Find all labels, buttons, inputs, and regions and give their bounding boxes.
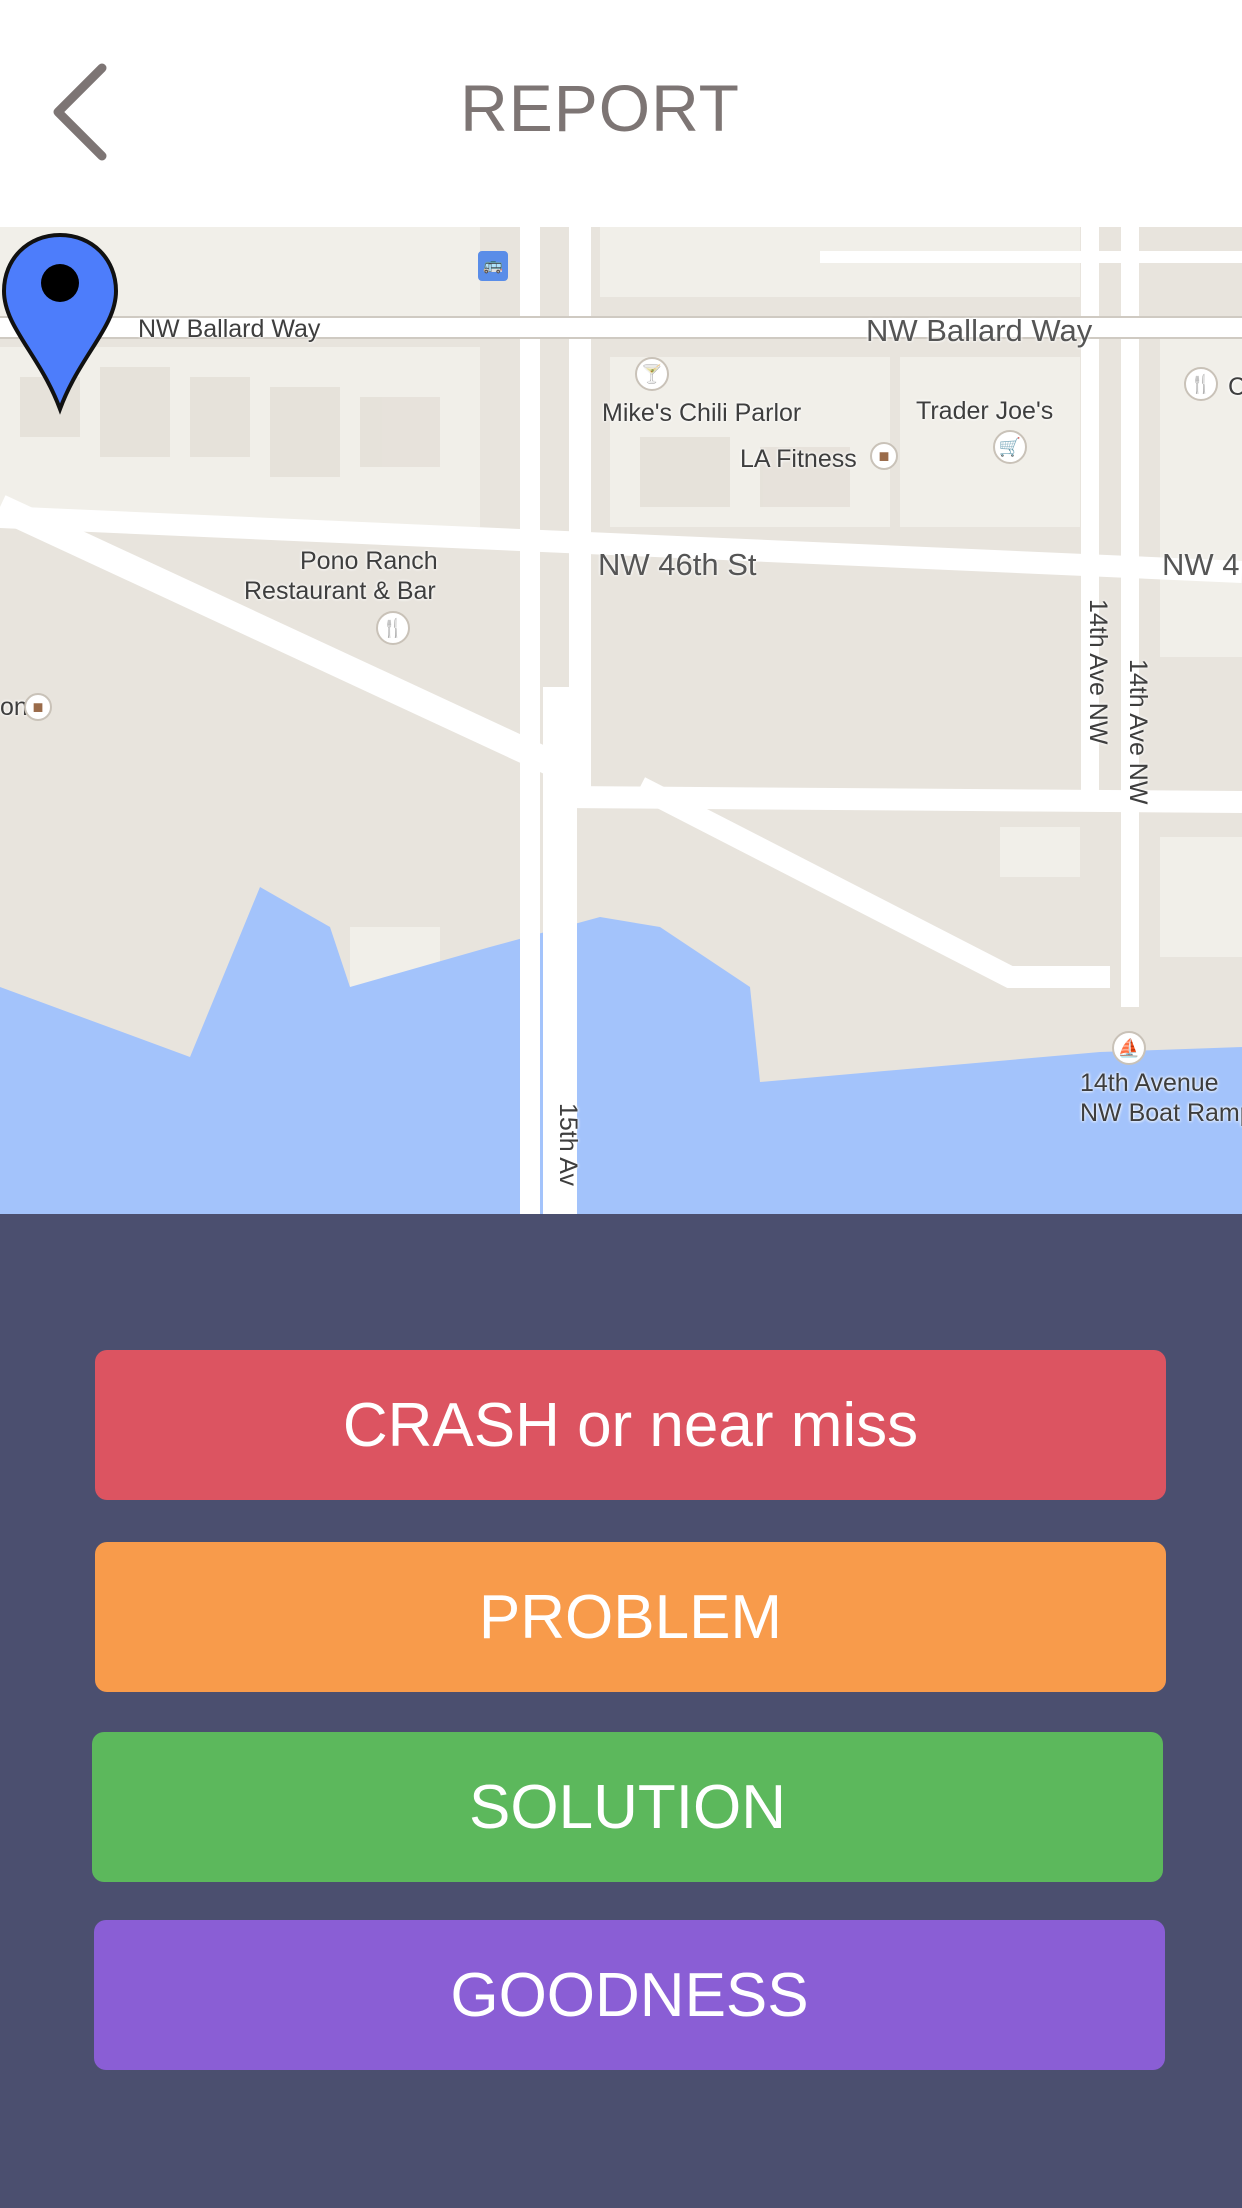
label-14th-ave-b: 14th Ave NW xyxy=(1124,659,1152,805)
map-view[interactable]: NW Ballard Way NW Ballard Way Mike's Chi… xyxy=(0,227,1242,1214)
label-boat-ramp-2: NW Boat Ramp xyxy=(1080,1099,1242,1127)
label-pono-ranch: Pono Ranch xyxy=(300,547,438,575)
crash-button[interactable]: CRASH or near miss xyxy=(95,1350,1166,1500)
solution-button-label: SOLUTION xyxy=(469,1772,786,1842)
problem-button-label: PROBLEM xyxy=(478,1582,783,1652)
page-title: REPORT xyxy=(460,71,740,145)
map-pin-icon[interactable] xyxy=(0,227,120,417)
bus-stop-icon: 🚌 xyxy=(478,251,508,281)
report-actions-panel: CRASH or near miss PROBLEM SOLUTION GOOD… xyxy=(0,1214,1242,2208)
ferry-icon: ⛵ xyxy=(1112,1031,1146,1065)
label-la-fitness: LA Fitness xyxy=(740,445,857,473)
goodness-button-label: GOODNESS xyxy=(450,1960,809,2030)
solution-button[interactable]: SOLUTION xyxy=(92,1732,1163,1882)
place-icon: ■ xyxy=(24,693,52,721)
label-nw-46th-st: NW 46th St xyxy=(598,547,757,582)
restaurant-icon: 🍴 xyxy=(376,611,410,645)
label-nw-ballard-way-west: NW Ballard Way xyxy=(138,315,321,343)
problem-button[interactable]: PROBLEM xyxy=(95,1542,1166,1692)
map-canvas xyxy=(0,227,1242,1214)
label-15th-ave: 15th Av xyxy=(554,1103,582,1186)
label-trader-joes: Trader Joe's xyxy=(916,397,1054,425)
fitness-icon: ■ xyxy=(870,442,898,470)
label-nw-46th-edge: NW 4 xyxy=(1162,547,1240,582)
goodness-button[interactable]: GOODNESS xyxy=(94,1920,1165,2070)
cocktail-icon: 🍸 xyxy=(635,357,669,391)
crash-button-label: CRASH or near miss xyxy=(342,1390,919,1460)
label-edge-c: C xyxy=(1228,373,1242,401)
label-pono-ranch-restaurant: Restaurant & Bar xyxy=(244,577,436,605)
shopping-cart-icon: 🛒 xyxy=(993,430,1027,464)
label-14th-ave-a: 14th Ave NW xyxy=(1084,599,1112,745)
header: REPORT xyxy=(0,0,1242,227)
label-boat-ramp: 14th Avenue xyxy=(1080,1069,1219,1097)
restaurant-icon: 🍴 xyxy=(1184,367,1218,401)
label-mikes-chili-parlor: Mike's Chili Parlor xyxy=(602,399,802,427)
label-nw-ballard-way-east: NW Ballard Way xyxy=(866,313,1093,348)
